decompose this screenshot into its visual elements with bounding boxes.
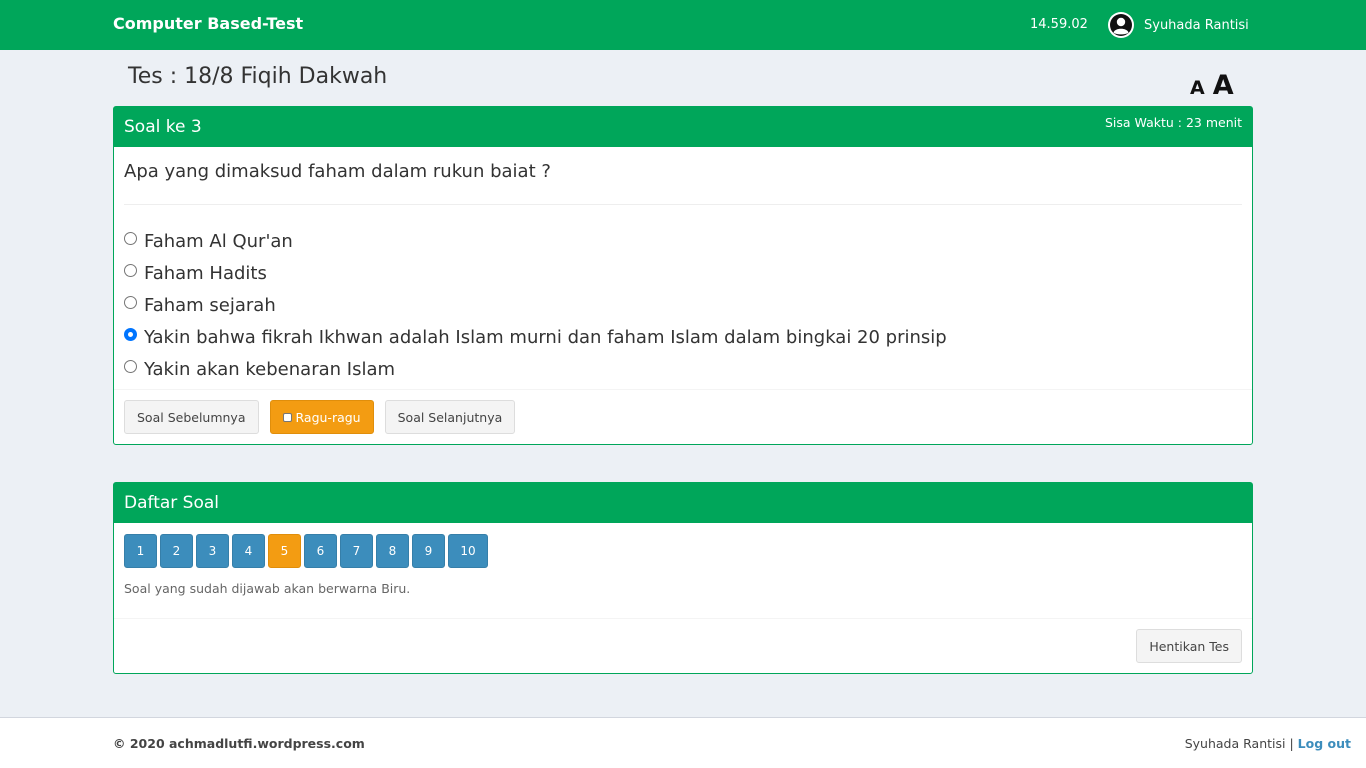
question-number-button[interactable]: 2 [160, 534, 193, 568]
footer-user: Syuhada Rantisi | Log out [1185, 736, 1351, 751]
answered-hint: Soal yang sudah dijawab akan berwarna Bi… [124, 581, 411, 596]
stop-test-button[interactable]: Hentikan Tes [1136, 629, 1242, 663]
doubt-checkbox[interactable] [282, 412, 292, 422]
next-question-button[interactable]: Soal Selanjutnya [384, 400, 516, 434]
answer-option[interactable]: Yakin akan kebenaran Islam [124, 353, 1242, 385]
answer-option-label: Yakin bahwa fikrah Ikhwan adalah Islam m… [144, 326, 947, 348]
page-footer: © 2020 achmadlutfi.wordpress.com Syuhada… [0, 717, 1366, 768]
question-number-button[interactable]: 10 [448, 534, 488, 568]
doubt-label: Ragu-ragu [295, 409, 361, 425]
radio-button[interactable] [124, 359, 137, 373]
question-list-header: Daftar Soal [114, 483, 1252, 523]
user-name: Syuhada Rantisi [1144, 17, 1249, 33]
answer-option-label: Yakin akan kebenaran Islam [144, 358, 396, 380]
question-box-header: Soal ke 3 Sisa Waktu : 23 menit [114, 107, 1252, 147]
answer-option[interactable]: Faham sejarah [124, 289, 1242, 321]
logout-link[interactable]: Log out [1298, 736, 1351, 751]
user-avatar-icon [1108, 12, 1134, 38]
footer-username: Syuhada Rantisi [1184, 736, 1286, 751]
question-number-button[interactable]: 1 [124, 534, 157, 568]
question-number-button[interactable]: 7 [340, 534, 373, 568]
radio-button[interactable] [124, 295, 137, 309]
question-list-title: Daftar Soal [124, 493, 220, 513]
question-number-button[interactable]: 4 [232, 534, 265, 568]
font-size-controls: A A [1190, 70, 1234, 101]
radio-button[interactable] [124, 327, 137, 341]
question-box-footer: Soal Sebelumnya Ragu-ragu Soal Selanjutn… [114, 389, 1252, 444]
answer-option-label: Faham Al Qur'an [144, 230, 293, 252]
font-increase-button[interactable]: A [1213, 70, 1234, 101]
user-menu[interactable]: Syuhada Rantisi [1108, 12, 1249, 38]
question-list-box: Daftar Soal 1 2 3 4 5 6 7 8 9 10 Soal yang sudah … [113, 482, 1253, 674]
question-number: Soal ke 3 [124, 117, 202, 137]
question-box: Soal ke 3 Sisa Waktu : 23 menit Apa yang… [113, 106, 1253, 445]
page-title: Tes : 18/8 Fiqih Dakwah [128, 64, 388, 89]
question-number-list: 1 2 3 4 5 6 7 8 9 10 [114, 523, 1252, 568]
radio-button[interactable] [124, 231, 137, 245]
footer-separator: | [1289, 736, 1294, 751]
question-text: Apa yang dimaksud faham dalam rukun baia… [124, 161, 551, 182]
copyright: © 2020 achmadlutfi.wordpress.com [113, 736, 365, 751]
app-brand[interactable]: Computer Based-Test [113, 14, 303, 33]
question-number-button[interactable]: 9 [412, 534, 445, 568]
answer-options: Faham Al Qur'an Faham Hadits Faham sejar… [114, 205, 1252, 389]
question-number-button[interactable]: 6 [304, 534, 337, 568]
question-number-button[interactable]: 3 [196, 534, 229, 568]
previous-question-button[interactable]: Soal Sebelumnya [124, 400, 259, 434]
radio-button[interactable] [124, 263, 137, 277]
answer-option-label: Faham sejarah [144, 294, 276, 316]
font-decrease-button[interactable]: A [1190, 77, 1205, 99]
question-list-footer: Hentikan Tes [114, 618, 1252, 673]
clock: 14.59.02 [1030, 17, 1088, 32]
remaining-time: Sisa Waktu : 23 menit [1104, 115, 1242, 130]
answer-option-label: Faham Hadits [144, 262, 267, 284]
answer-option[interactable]: Yakin bahwa fikrah Ikhwan adalah Islam m… [124, 321, 1242, 353]
answer-option[interactable]: Faham Al Qur'an [124, 225, 1242, 257]
top-navbar: Computer Based-Test 14.59.02 Syuhada Ran… [0, 0, 1366, 50]
doubt-button[interactable]: Ragu-ragu [269, 400, 374, 434]
answer-option[interactable]: Faham Hadits [124, 257, 1242, 289]
question-number-button[interactable]: 5 [268, 534, 301, 568]
question-number-button[interactable]: 8 [376, 534, 409, 568]
